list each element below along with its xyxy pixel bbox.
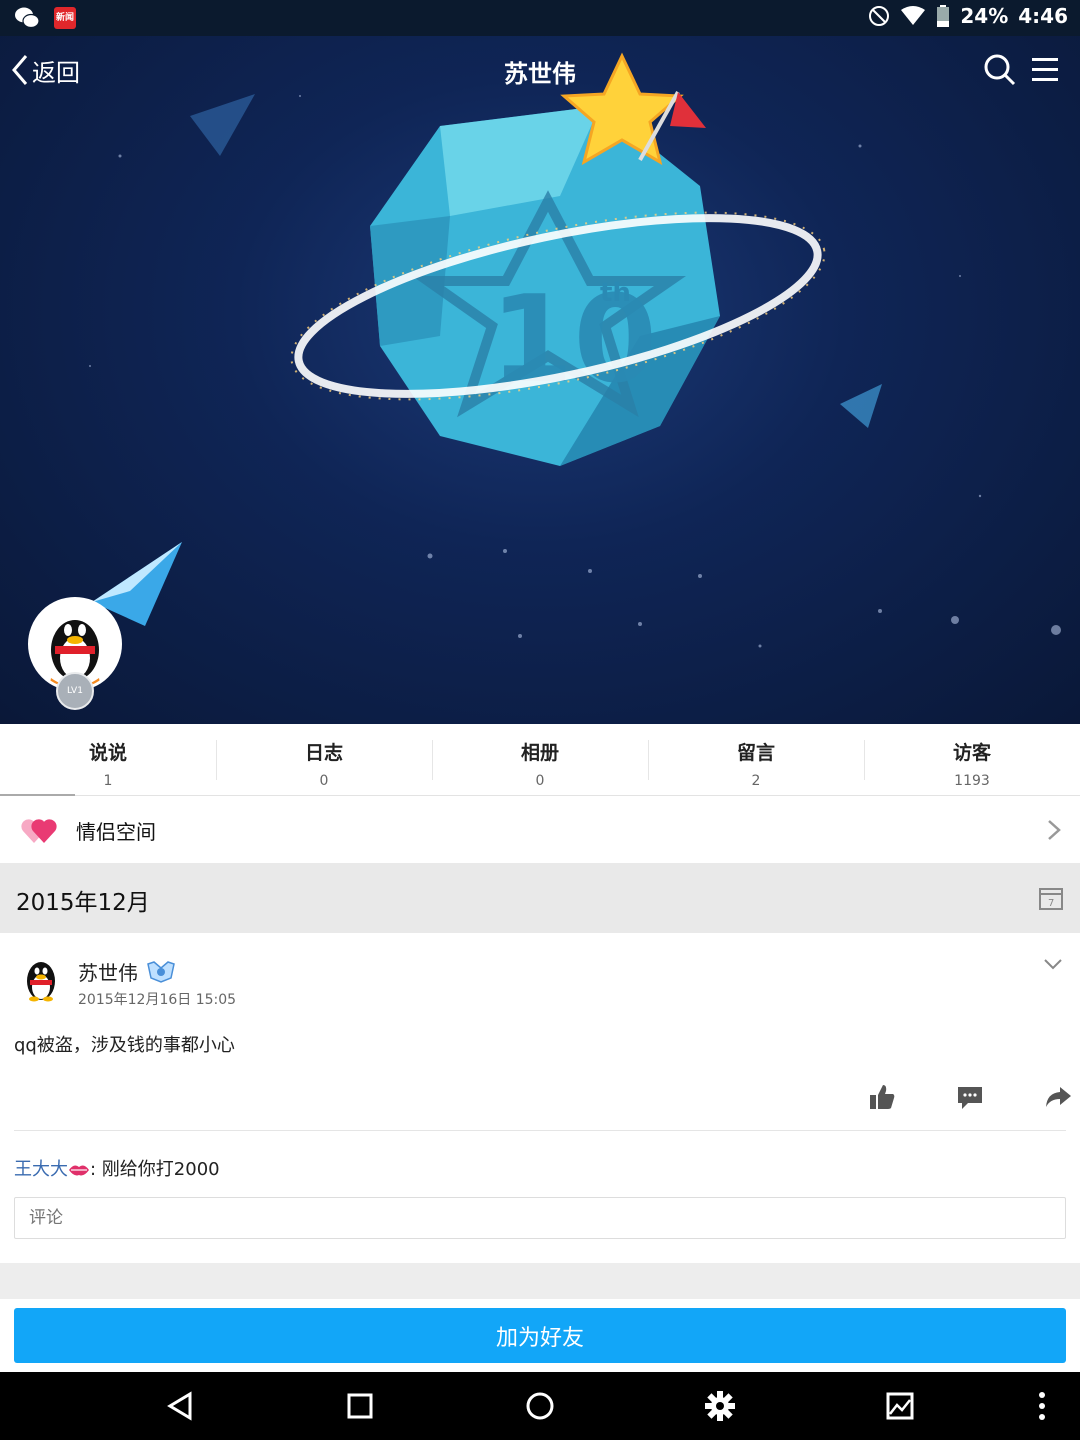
comment-item: 王大大 : 刚给你打2000 — [14, 1155, 220, 1181]
menu-button[interactable] — [1030, 54, 1062, 86]
screenshot-gallery-icon[interactable] — [882, 1388, 918, 1424]
chevron-right-icon — [1048, 820, 1061, 840]
post-actions — [816, 1079, 1080, 1115]
settings-gear-icon[interactable] — [702, 1388, 738, 1424]
system-navigation-bar — [0, 1372, 1080, 1440]
stat-label: 说说 — [88, 742, 127, 764]
comment-username[interactable]: 王大大 — [14, 1159, 68, 1180]
couple-space-row[interactable]: 情侣空间 — [0, 797, 1080, 863]
home-circle-icon[interactable] — [522, 1388, 558, 1424]
battery-percent: 24% — [960, 4, 1009, 28]
svg-text:10: 10 — [490, 271, 657, 410]
stat-count: 1193 — [954, 773, 990, 789]
search-icon — [984, 54, 1016, 86]
top-nav: 返回 苏世伟 — [0, 36, 1080, 102]
author-name[interactable]: 苏世伟 — [78, 957, 138, 986]
cover-illustration: 10 th — [89, 52, 1061, 648]
lips-emoji-icon — [69, 1165, 89, 1176]
wechat-icon — [14, 6, 40, 30]
stat-shuoshuo[interactable]: 说说 1 — [0, 724, 216, 795]
comment-text: : 刚给你打2000 — [90, 1159, 220, 1180]
post-content: qq被盗，涉及钱的事都小心 — [14, 1035, 235, 1056]
search-button[interactable] — [982, 52, 1018, 88]
active-tab-indicator — [0, 794, 75, 796]
share-button[interactable] — [1036, 1079, 1080, 1115]
month-label: 2015年12月 — [16, 890, 150, 916]
svg-text:7: 7 — [1048, 898, 1054, 909]
stat-label: 日志 — [304, 742, 343, 764]
add-friend-button[interactable]: 加为好友 — [14, 1308, 1066, 1363]
stat-visitors[interactable]: 访客 1193 — [864, 724, 1080, 795]
hamburger-menu-icon — [1032, 58, 1058, 81]
author-avatar[interactable] — [18, 957, 64, 1003]
wifi-icon — [901, 6, 926, 25]
page-title: 苏世伟 — [504, 60, 576, 88]
divider — [14, 1130, 1066, 1131]
stat-count: 2 — [751, 773, 761, 789]
stat-count: 0 — [535, 773, 545, 789]
couple-space-label: 情侣空间 — [76, 819, 156, 844]
stat-label: 访客 — [952, 742, 991, 764]
stat-label: 留言 — [736, 742, 775, 764]
section-separator — [0, 1263, 1080, 1299]
stat-blog[interactable]: 日志 0 — [216, 724, 432, 795]
stats-bar: 说说 1 日志 0 相册 0 留言 2 访客 1193 — [0, 724, 1080, 796]
clock: 4:46 — [1018, 4, 1068, 28]
do-not-disturb-icon — [869, 6, 890, 26]
cover-banner: 10 th — [0, 36, 1080, 724]
stat-count: 1 — [103, 773, 113, 789]
chevron-down-icon[interactable] — [1042, 955, 1064, 973]
status-bar: 新闻 24% 4:46 — [0, 0, 1080, 36]
hearts-icon — [21, 819, 57, 843]
comment-input[interactable] — [14, 1197, 1066, 1239]
stat-album[interactable]: 相册 0 — [432, 724, 648, 795]
news-icon: 新闻 — [54, 7, 76, 29]
like-button[interactable] — [860, 1079, 904, 1115]
calendar-icon[interactable]: 7 — [1038, 885, 1064, 911]
back-triangle-icon[interactable] — [162, 1388, 198, 1424]
thumbs-up-icon — [870, 1085, 895, 1109]
stat-count: 0 — [319, 773, 329, 789]
vip-badge-icon — [147, 960, 175, 983]
svg-text:th: th — [600, 278, 631, 308]
share-arrow-icon — [1046, 1087, 1071, 1107]
stat-label: 相册 — [520, 742, 559, 764]
bottom-action-area: 加为好友 — [0, 1299, 1080, 1372]
feed-post: 苏世伟 2015年12月16日 15:05 qq被盗，涉及钱的事都小心 王大大 … — [0, 933, 1080, 1263]
timeline-month-header: 2015年12月 7 — [0, 863, 1080, 933]
stat-messages[interactable]: 留言 2 — [648, 724, 864, 795]
comment-bubble-icon — [958, 1087, 982, 1109]
more-vertical-icon[interactable] — [1024, 1388, 1060, 1424]
comment-button[interactable] — [948, 1079, 992, 1115]
recent-apps-icon[interactable] — [342, 1388, 378, 1424]
level-badge: LV1 — [56, 672, 94, 710]
post-timestamp: 2015年12月16日 15:05 — [78, 992, 237, 1008]
battery-icon — [937, 5, 950, 27]
